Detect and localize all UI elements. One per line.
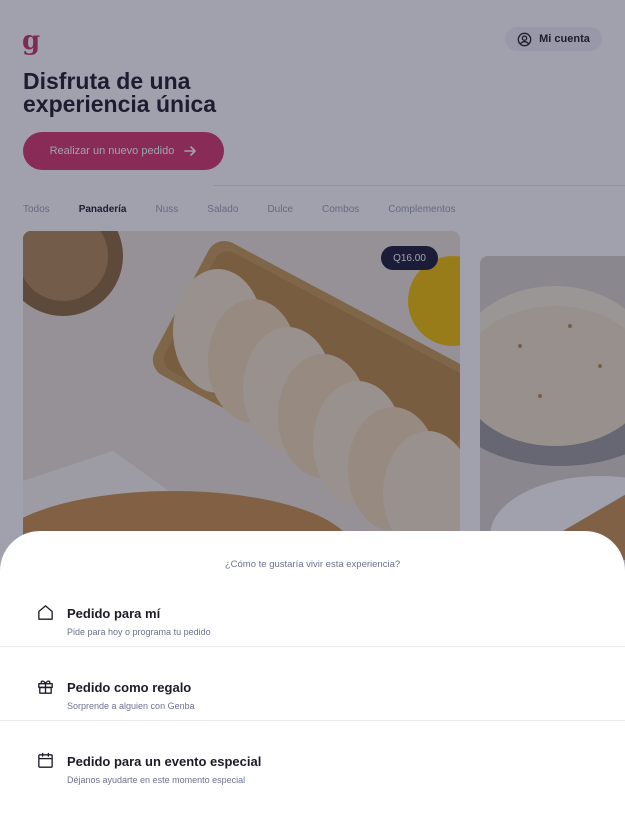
option-special-event-order[interactable]: Pedido para un evento especial Déjanos a… [0,721,625,795]
option-subtitle: Pide para hoy o programa tu pedido [67,627,211,637]
gift-icon [38,680,53,694]
option-subtitle: Déjanos ayudarte en este momento especia… [67,775,246,785]
option-order-for-me[interactable]: Pedido para mí Pide para hoy o programa … [0,573,625,647]
calendar-icon [38,752,53,768]
option-title: Pedido para mí [67,606,161,621]
option-title: Pedido para un evento especial [67,754,262,769]
order-type-sheet: ¿Cómo te gustaría vivir esta experiencia… [0,531,625,834]
sheet-title: ¿Cómo te gustaría vivir esta experiencia… [224,559,401,570]
home-icon [38,605,53,620]
option-title: Pedido como regalo [67,680,192,695]
option-subtitle: Sorprende a alguien con Genba [67,701,195,711]
option-gift-order[interactable]: Pedido como regalo Sorprende a alguien c… [0,647,625,721]
